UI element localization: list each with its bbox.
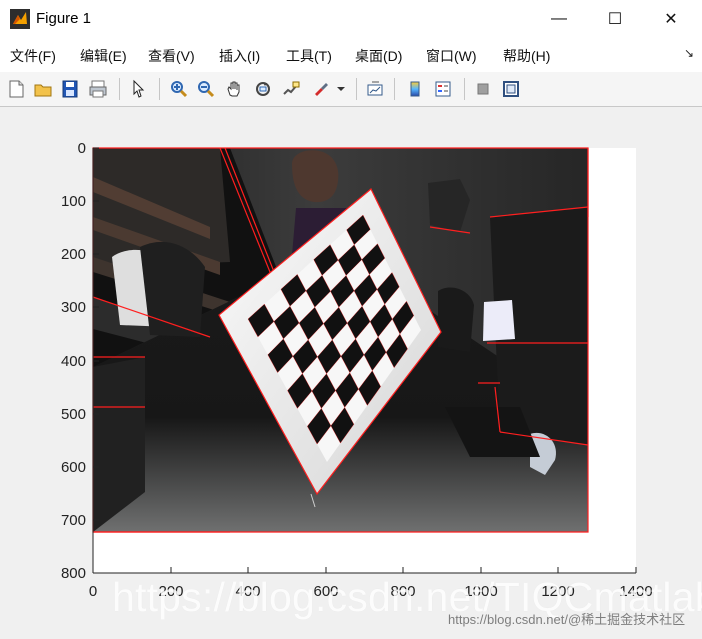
small-watermark: https://blog.csdn.net/@稀土掘金技术社区 [448, 612, 686, 627]
menu-file[interactable]: 文件(F) [10, 46, 56, 66]
menu-bar: 文件(F) 编辑(E) 查看(V) 插入(I) 工具(T) 桌面(D) 窗口(W… [0, 38, 702, 72]
close-icon: ✕ [664, 11, 678, 28]
x-tick-0: 0 [89, 583, 97, 600]
figure-canvas: 0 200 400 600 800 1000 1200 1400 0 100 2… [0, 107, 702, 634]
matlab-figure-icon [10, 9, 30, 29]
new-figure-icon[interactable] [4, 77, 28, 101]
close-button[interactable]: ✕ [643, 0, 699, 38]
insert-legend-icon[interactable] [431, 77, 455, 101]
menu-view[interactable]: 查看(V) [148, 46, 195, 66]
select-arrow-icon[interactable] [127, 77, 151, 101]
plot-svg: 0 200 400 600 800 1000 1200 1400 0 100 2… [61, 140, 653, 600]
minimize-icon: — [551, 10, 567, 27]
y-tick-800: 800 [61, 565, 86, 582]
brush-dropdown-icon[interactable] [334, 77, 348, 101]
zoom-in-icon[interactable] [167, 77, 191, 101]
menu-help[interactable]: 帮助(H) [503, 46, 550, 66]
hide-plot-tools-icon[interactable] [471, 77, 495, 101]
y-tick-500: 500 [61, 406, 86, 423]
link-plot-icon[interactable] [363, 77, 387, 101]
menu-dock-icon[interactable]: ↘ [684, 46, 694, 60]
title-bar: Figure 1 — ☐ ✕ [0, 0, 702, 38]
minimize-button[interactable]: — [531, 0, 587, 38]
show-plot-tools-icon[interactable] [499, 77, 523, 101]
y-tick-200: 200 [61, 246, 86, 263]
figure-toolbar [0, 72, 702, 107]
menu-insert[interactable]: 插入(I) [219, 46, 260, 66]
save-icon[interactable] [58, 77, 82, 101]
menu-edit[interactable]: 编辑(E) [80, 46, 127, 66]
y-tick-100: 100 [61, 193, 86, 210]
window-title: Figure 1 [36, 10, 92, 27]
pan-hand-icon[interactable] [222, 77, 246, 101]
y-tick-300: 300 [61, 299, 86, 316]
rotate-3d-icon[interactable] [251, 77, 275, 101]
menu-tools[interactable]: 工具(T) [286, 46, 332, 66]
brush-icon[interactable] [308, 77, 332, 101]
y-tick-600: 600 [61, 459, 86, 476]
print-icon[interactable] [86, 77, 110, 101]
insert-colorbar-icon[interactable] [403, 77, 427, 101]
y-tick-400: 400 [61, 353, 86, 370]
open-file-icon[interactable] [31, 77, 55, 101]
maximize-button[interactable]: ☐ [587, 0, 643, 38]
menu-window[interactable]: 窗口(W) [426, 46, 477, 66]
data-cursor-icon[interactable] [279, 77, 303, 101]
y-tick-700: 700 [61, 512, 86, 529]
zoom-out-icon[interactable] [194, 77, 218, 101]
menu-desktop[interactable]: 桌面(D) [355, 46, 402, 66]
y-tick-0: 0 [78, 140, 86, 157]
maximize-icon: ☐ [607, 11, 623, 28]
